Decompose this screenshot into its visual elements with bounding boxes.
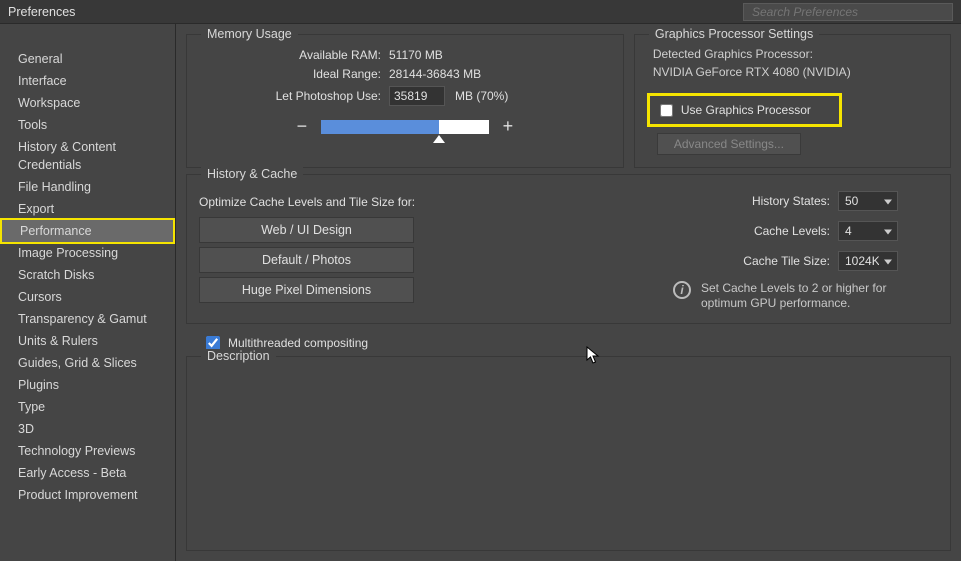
ideal-range-value: 28144-36843 MB	[389, 67, 481, 81]
use-gpu-label: Use Graphics Processor	[681, 103, 811, 117]
multithread-row: Multithreaded compositing	[186, 336, 951, 350]
history-cache-panel: History & Cache Optimize Cache Levels an…	[186, 174, 951, 324]
sidebar-item-3d[interactable]: 3D	[0, 418, 175, 440]
cache-tile-select[interactable]: 1024K	[838, 251, 898, 271]
sidebar-item-performance[interactable]: Performance	[0, 218, 175, 244]
window-title: Preferences	[8, 5, 75, 19]
memory-usage-panel: Memory Usage Available RAM: 51170 MB Ide…	[186, 34, 624, 168]
cache-info-text: Set Cache Levels to 2 or higher for opti…	[701, 281, 898, 311]
memory-usage-title: Memory Usage	[201, 27, 298, 41]
available-ram-label: Available RAM:	[199, 48, 389, 62]
search-input[interactable]	[743, 3, 953, 21]
optimize-button-huge-pixel-dimensions[interactable]: Huge Pixel Dimensions	[199, 277, 414, 303]
sidebar-item-export[interactable]: Export	[0, 198, 175, 220]
sidebar-item-tools[interactable]: Tools	[0, 114, 175, 136]
sidebar-item-scratch-disks[interactable]: Scratch Disks	[0, 264, 175, 286]
sidebar-item-workspace[interactable]: Workspace	[0, 92, 175, 114]
sidebar-item-transparency-gamut[interactable]: Transparency & Gamut	[0, 308, 175, 330]
cache-levels-label: Cache Levels:	[720, 224, 830, 238]
sidebar-item-image-processing[interactable]: Image Processing	[0, 242, 175, 264]
sidebar-item-units-rulers[interactable]: Units & Rulers	[0, 330, 175, 352]
history-states-select[interactable]: 50	[838, 191, 898, 211]
available-ram-value: 51170 MB	[389, 48, 443, 62]
sidebar-item-interface[interactable]: Interface	[0, 70, 175, 92]
optimize-button-default-photos[interactable]: Default / Photos	[199, 247, 414, 273]
multithread-label: Multithreaded compositing	[228, 336, 368, 350]
main-layout: GeneralInterfaceWorkspaceToolsHistory & …	[0, 24, 961, 561]
sidebar-item-type[interactable]: Type	[0, 396, 175, 418]
use-gpu-highlight: Use Graphics Processor	[647, 93, 842, 127]
sidebar-item-plugins[interactable]: Plugins	[0, 374, 175, 396]
content: Memory Usage Available RAM: 51170 MB Ide…	[176, 24, 961, 561]
sidebar: GeneralInterfaceWorkspaceToolsHistory & …	[0, 24, 176, 561]
titlebar: Preferences	[0, 0, 961, 24]
description-title: Description	[201, 349, 276, 363]
memory-slider[interactable]	[321, 120, 489, 134]
advanced-settings-button[interactable]: Advanced Settings...	[657, 133, 801, 155]
history-cache-title: History & Cache	[201, 167, 303, 181]
sidebar-item-cursors[interactable]: Cursors	[0, 286, 175, 308]
sidebar-item-product-improvement[interactable]: Product Improvement	[0, 484, 175, 506]
let-use-label: Let Photoshop Use:	[199, 89, 389, 103]
cache-levels-select[interactable]: 4	[838, 221, 898, 241]
info-icon: i	[673, 281, 691, 299]
gpu-settings-title: Graphics Processor Settings	[649, 27, 819, 41]
detected-gpu-value: NVIDIA GeForce RTX 4080 (NVIDIA)	[653, 65, 938, 79]
history-states-label: History States:	[720, 194, 830, 208]
sidebar-item-early-access-beta[interactable]: Early Access - Beta	[0, 462, 175, 484]
memory-increase-button[interactable]: +	[499, 116, 517, 137]
memory-use-suffix: MB (70%)	[455, 89, 508, 103]
gpu-settings-panel: Graphics Processor Settings Detected Gra…	[634, 34, 951, 168]
sidebar-item-technology-previews[interactable]: Technology Previews	[0, 440, 175, 462]
sidebar-item-general[interactable]: General	[0, 48, 175, 70]
use-gpu-checkbox[interactable]	[660, 104, 673, 117]
ideal-range-label: Ideal Range:	[199, 67, 389, 81]
sidebar-item-guides-grid-slices[interactable]: Guides, Grid & Slices	[0, 352, 175, 374]
sidebar-item-history-content-credentials[interactable]: History & Content Credentials	[0, 136, 175, 176]
cache-tile-label: Cache Tile Size:	[720, 254, 830, 268]
multithread-checkbox[interactable]	[206, 336, 220, 350]
memory-decrease-button[interactable]: −	[293, 116, 311, 137]
optimize-button-web-ui-design[interactable]: Web / UI Design	[199, 217, 414, 243]
optimize-label: Optimize Cache Levels and Tile Size for:	[199, 195, 415, 209]
detected-gpu-label: Detected Graphics Processor:	[653, 47, 938, 61]
description-panel: Description	[186, 356, 951, 551]
sidebar-item-file-handling[interactable]: File Handling	[0, 176, 175, 198]
memory-use-input[interactable]	[389, 86, 445, 106]
